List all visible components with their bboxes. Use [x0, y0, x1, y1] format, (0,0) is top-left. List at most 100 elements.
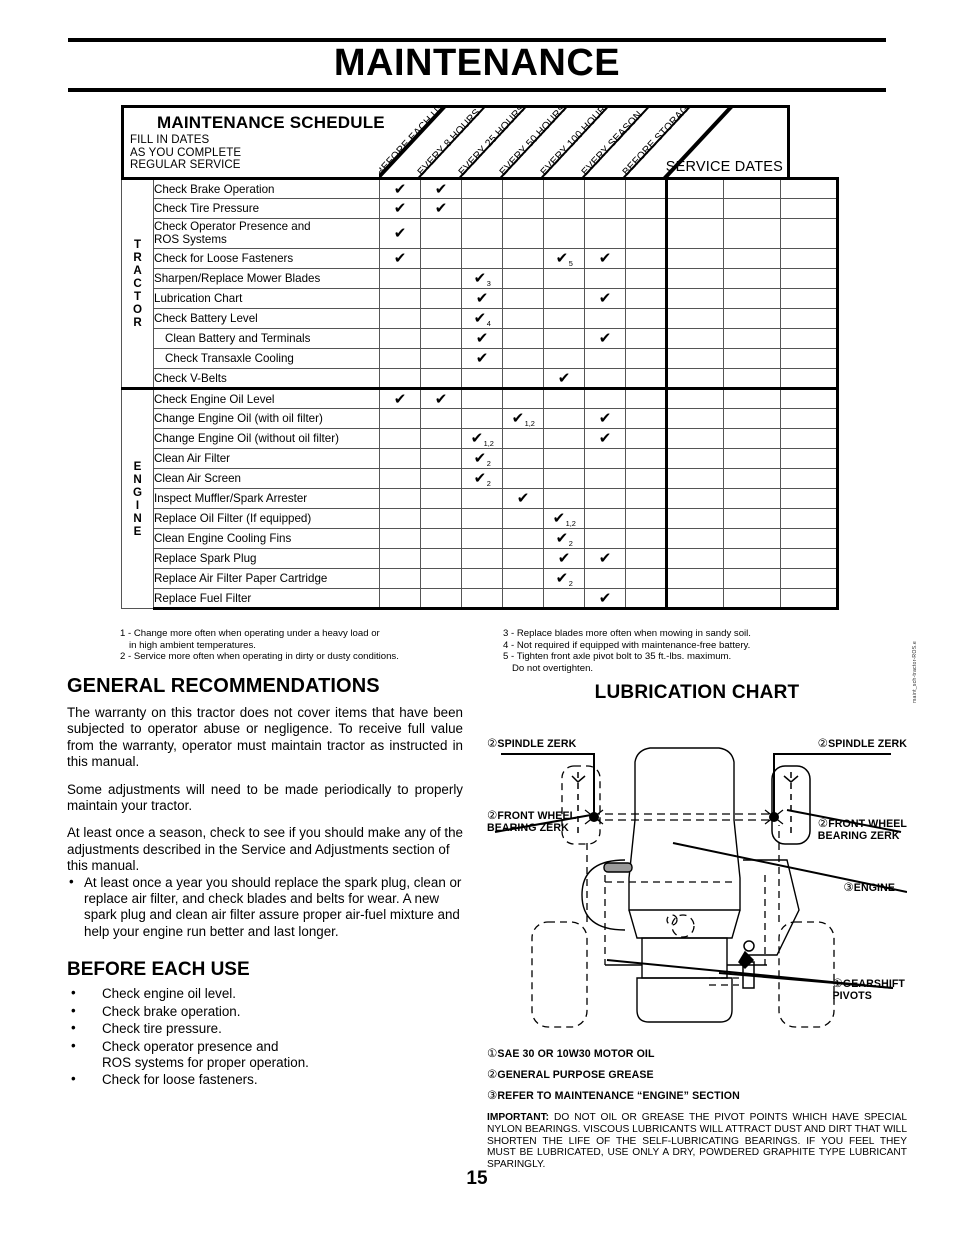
- checkbox-cell[interactable]: ✔: [420, 198, 462, 219]
- checkbox-cell[interactable]: [625, 387, 668, 409]
- checkbox-cell[interactable]: ✔: [584, 428, 626, 449]
- checkbox-cell[interactable]: [543, 218, 585, 249]
- service-date-cell[interactable]: [666, 588, 724, 610]
- checkbox-cell[interactable]: [502, 288, 544, 309]
- checkbox-cell[interactable]: [584, 508, 626, 529]
- service-date-cell[interactable]: [666, 508, 724, 529]
- checkbox-cell[interactable]: [543, 268, 585, 289]
- service-date-cell[interactable]: [780, 218, 839, 249]
- checkbox-cell[interactable]: [584, 268, 626, 289]
- checkbox-cell[interactable]: [543, 288, 585, 309]
- service-date-cell[interactable]: [780, 548, 839, 569]
- service-date-cell[interactable]: [723, 328, 781, 349]
- checkbox-cell[interactable]: [625, 218, 668, 249]
- checkbox-cell[interactable]: [461, 408, 503, 429]
- checkbox-cell[interactable]: ✔2: [461, 468, 503, 489]
- checkbox-cell[interactable]: [420, 488, 462, 509]
- checkbox-cell[interactable]: [625, 588, 668, 610]
- checkbox-cell[interactable]: ✔: [543, 368, 585, 389]
- service-date-cell[interactable]: [666, 348, 724, 369]
- service-date-cell[interactable]: [780, 568, 839, 589]
- checkbox-cell[interactable]: ✔: [584, 288, 626, 309]
- checkbox-cell[interactable]: [625, 568, 668, 589]
- checkbox-cell[interactable]: [584, 368, 626, 389]
- checkbox-cell[interactable]: [420, 528, 462, 549]
- checkbox-cell[interactable]: [584, 468, 626, 489]
- checkbox-cell[interactable]: ✔2: [543, 528, 585, 549]
- checkbox-cell[interactable]: [420, 548, 462, 569]
- checkbox-cell[interactable]: [543, 198, 585, 219]
- service-date-cell[interactable]: [666, 488, 724, 509]
- checkbox-cell[interactable]: [502, 448, 544, 469]
- checkbox-cell[interactable]: ✔: [461, 328, 503, 349]
- service-date-cell[interactable]: [666, 198, 724, 219]
- service-date-cell[interactable]: [723, 308, 781, 329]
- checkbox-cell[interactable]: [420, 268, 462, 289]
- service-date-cell[interactable]: [780, 348, 839, 369]
- checkbox-cell[interactable]: ✔: [461, 348, 503, 369]
- service-date-cell[interactable]: [666, 368, 724, 389]
- checkbox-cell[interactable]: [461, 248, 503, 269]
- service-date-cell[interactable]: [780, 387, 839, 409]
- checkbox-cell[interactable]: [379, 428, 421, 449]
- checkbox-cell[interactable]: ✔: [584, 548, 626, 569]
- checkbox-cell[interactable]: [379, 588, 421, 610]
- service-date-cell[interactable]: [666, 288, 724, 309]
- checkbox-cell[interactable]: [543, 488, 585, 509]
- checkbox-cell[interactable]: [461, 568, 503, 589]
- service-date-cell[interactable]: [666, 528, 724, 549]
- service-date-cell[interactable]: [723, 348, 781, 369]
- checkbox-cell[interactable]: [543, 428, 585, 449]
- service-date-cell[interactable]: [780, 308, 839, 329]
- checkbox-cell[interactable]: [625, 428, 668, 449]
- checkbox-cell[interactable]: [625, 308, 668, 329]
- service-date-cell[interactable]: [666, 268, 724, 289]
- checkbox-cell[interactable]: [584, 387, 626, 409]
- checkbox-cell[interactable]: [461, 528, 503, 549]
- checkbox-cell[interactable]: [502, 268, 544, 289]
- checkbox-cell[interactable]: [420, 568, 462, 589]
- checkbox-cell[interactable]: [420, 328, 462, 349]
- service-date-cell[interactable]: [780, 198, 839, 219]
- checkbox-cell[interactable]: [379, 448, 421, 469]
- service-date-cell[interactable]: [780, 428, 839, 449]
- checkbox-cell[interactable]: [625, 348, 668, 369]
- checkbox-cell[interactable]: [584, 448, 626, 469]
- checkbox-cell[interactable]: [625, 528, 668, 549]
- service-date-cell[interactable]: [723, 198, 781, 219]
- checkbox-cell[interactable]: [543, 408, 585, 429]
- checkbox-cell[interactable]: [420, 588, 462, 610]
- service-date-cell[interactable]: [723, 588, 781, 610]
- checkbox-cell[interactable]: [379, 268, 421, 289]
- checkbox-cell[interactable]: [625, 328, 668, 349]
- checkbox-cell[interactable]: [420, 508, 462, 529]
- checkbox-cell[interactable]: [502, 328, 544, 349]
- service-date-cell[interactable]: [666, 218, 724, 249]
- checkbox-cell[interactable]: [543, 328, 585, 349]
- checkbox-cell[interactable]: [461, 488, 503, 509]
- service-date-cell[interactable]: [780, 448, 839, 469]
- checkbox-cell[interactable]: [379, 308, 421, 329]
- checkbox-cell[interactable]: [502, 468, 544, 489]
- checkbox-cell[interactable]: [584, 348, 626, 369]
- checkbox-cell[interactable]: ✔: [461, 288, 503, 309]
- checkbox-cell[interactable]: [502, 177, 544, 199]
- service-date-cell[interactable]: [780, 488, 839, 509]
- checkbox-cell[interactable]: [502, 588, 544, 610]
- service-date-cell[interactable]: [780, 408, 839, 429]
- checkbox-cell[interactable]: [584, 528, 626, 549]
- checkbox-cell[interactable]: [502, 548, 544, 569]
- checkbox-cell[interactable]: [502, 218, 544, 249]
- checkbox-cell[interactable]: [461, 548, 503, 569]
- checkbox-cell[interactable]: [625, 198, 668, 219]
- checkbox-cell[interactable]: [420, 448, 462, 469]
- checkbox-cell[interactable]: [543, 588, 585, 610]
- service-date-cell[interactable]: [723, 568, 781, 589]
- checkbox-cell[interactable]: [584, 177, 626, 199]
- service-date-cell[interactable]: [723, 248, 781, 269]
- checkbox-cell[interactable]: [625, 268, 668, 289]
- checkbox-cell[interactable]: [625, 468, 668, 489]
- checkbox-cell[interactable]: [461, 387, 503, 409]
- service-date-cell[interactable]: [780, 328, 839, 349]
- service-date-cell[interactable]: [666, 428, 724, 449]
